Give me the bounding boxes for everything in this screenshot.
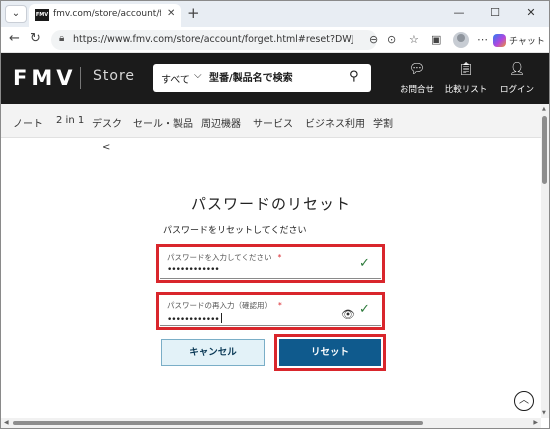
text-caret: [220, 313, 222, 323]
address-bar[interactable]: 🔒︎ https://www.fmv.com/store/account/for…: [51, 30, 377, 50]
store-label[interactable]: Store: [93, 68, 135, 84]
tab-actions-menu-icon[interactable]: ⌄: [5, 5, 27, 23]
horizontal-scroll-thumb[interactable]: [13, 421, 423, 425]
checkmark-icon: ✓: [359, 256, 370, 271]
maximize-icon[interactable]: ☐: [477, 1, 513, 27]
search-category-select[interactable]: すべて: [161, 71, 190, 86]
search-icon[interactable]: ⚲: [349, 69, 359, 84]
checkmark-icon: ✓: [359, 302, 370, 317]
nav-item-2in1[interactable]: 2 in 1: [56, 115, 84, 126]
scroll-right-icon[interactable]: ▶: [533, 419, 538, 426]
window-controls: — ☐ ✕: [441, 1, 549, 27]
back-chevron-icon[interactable]: <: [102, 142, 110, 153]
reset-button[interactable]: リセット: [279, 339, 381, 366]
window-close-icon[interactable]: ✕: [513, 1, 549, 27]
password-field[interactable]: パスワードを入力してください * •••••••••••• ✓: [160, 248, 381, 279]
nav-item-sale[interactable]: セール・製品: [133, 115, 193, 130]
tab-title: fmv.com/store/account/forget.html: [53, 9, 161, 19]
browser-tab[interactable]: FMV fmv.com/store/account/forget.html ✕: [29, 4, 181, 27]
address-text[interactable]: https://www.fmv.com/store/account/forget…: [73, 34, 353, 45]
nav-item-peripherals[interactable]: 周辺機器: [201, 115, 241, 130]
chevron-down-icon[interactable]: ⌵: [194, 70, 202, 81]
user-icon: 👤︎: [508, 62, 526, 77]
favorite-star-icon[interactable]: ☆: [409, 33, 419, 47]
scroll-down-icon[interactable]: ▼: [542, 410, 546, 416]
show-password-eye-icon[interactable]: 👁︎: [341, 308, 355, 321]
tab-strip: ⌄ FMV fmv.com/store/account/forget.html …: [1, 1, 549, 27]
confirm-password-input[interactable]: ••••••••••••: [167, 313, 222, 325]
copilot-icon: [493, 33, 506, 47]
compare-list-link[interactable]: 📋︎ 比較リスト: [442, 61, 490, 95]
password-input[interactable]: ••••••••••••: [167, 265, 220, 275]
refresh-icon[interactable]: ↻: [30, 31, 41, 47]
contact-label: お問合せ: [399, 85, 434, 95]
scroll-to-top-icon[interactable]: ︿: [514, 391, 534, 411]
site-header: FMV Store すべて ⌵ ⚲ 💬︎ お問合せ 📋︎ 比較リスト 👤︎ ログ…: [1, 53, 549, 104]
new-tab-icon[interactable]: +: [187, 4, 200, 22]
page-title: パスワードのリセット: [190, 195, 351, 213]
search-box: すべて ⌵ ⚲: [153, 64, 371, 92]
chat-label: チャット: [509, 36, 545, 47]
required-mark: *: [278, 301, 282, 310]
category-nav: ノート 2 in 1 デスク セール・製品 周辺機器 サービス ビジネス利用 学…: [1, 104, 541, 138]
browser-window: ⌄ FMV fmv.com/store/account/forget.html …: [0, 0, 550, 429]
nav-item-desktop[interactable]: デスク: [92, 115, 122, 130]
search-input[interactable]: [209, 68, 341, 88]
nav-item-notebook[interactable]: ノート: [13, 115, 43, 130]
required-mark: *: [277, 253, 282, 262]
vertical-scrollbar[interactable]: ▲ ▼: [541, 104, 549, 418]
minimize-icon[interactable]: —: [441, 1, 477, 27]
extensions-icon[interactable]: ⊙: [387, 33, 396, 47]
horizontal-scrollbar[interactable]: ◀ ▶: [1, 418, 541, 428]
zoom-icon[interactable]: ⊖: [369, 33, 378, 47]
site-info-icon[interactable]: 🔒︎: [59, 33, 64, 44]
page-subtitle: パスワードをリセットしてください: [163, 226, 307, 236]
fmv-logo[interactable]: FMV: [13, 66, 77, 90]
confirm-password-field-label: パスワードの再入力（確認用） *: [167, 301, 282, 310]
vertical-scroll-thumb[interactable]: [542, 116, 547, 184]
scroll-up-icon[interactable]: ▲: [542, 106, 546, 112]
scroll-left-icon[interactable]: ◀: [4, 419, 9, 426]
login-link[interactable]: 👤︎ ログイン: [493, 61, 541, 95]
fmv-favicon-icon: FMV: [35, 9, 49, 21]
copilot-chat-button[interactable]: チャット: [493, 32, 545, 48]
nav-item-student[interactable]: 学割: [373, 115, 393, 130]
password-field-label: パスワードを入力してください *: [167, 253, 282, 262]
more-menu-icon[interactable]: ⋯: [477, 33, 488, 47]
browser-toolbar: ← ↻ 🔒︎ https://www.fmv.com/store/account…: [1, 27, 549, 53]
tab-close-icon[interactable]: ✕: [167, 8, 175, 19]
compare-list-label: 比較リスト: [444, 85, 488, 95]
clipboard-list-icon: 📋︎: [457, 62, 475, 77]
cancel-button[interactable]: キャンセル: [161, 339, 265, 366]
nav-item-business[interactable]: ビジネス利用: [305, 115, 365, 130]
login-label: ログイン: [499, 85, 534, 95]
contact-link[interactable]: 💬︎ お問合せ: [393, 61, 441, 95]
back-arrow-icon[interactable]: ←: [9, 31, 20, 47]
logo-divider: [80, 67, 81, 89]
nav-item-services[interactable]: サービス: [253, 115, 293, 130]
profile-avatar[interactable]: [453, 32, 469, 48]
confirm-password-field[interactable]: パスワードの再入力（確認用） * •••••••••••• 👁︎ ✓: [160, 296, 381, 326]
collections-icon[interactable]: ▣: [431, 33, 441, 47]
chat-bubble-icon: 💬︎: [408, 62, 426, 77]
